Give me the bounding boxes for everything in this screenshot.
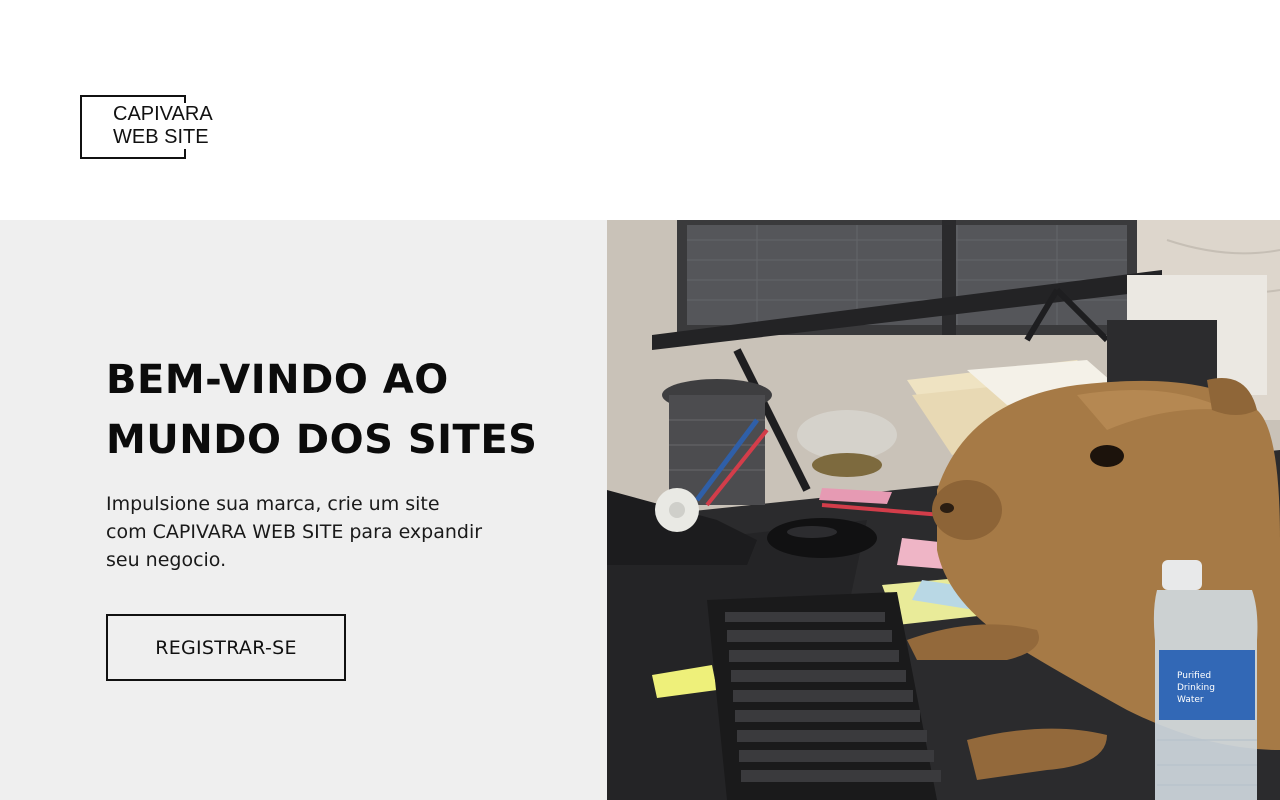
bottle-label-line-3: Water [1177,695,1204,705]
bottle-label-line-2: Drinking [1177,683,1215,693]
hero-image-capybara: Purified Drinking Water [607,220,1280,800]
logo-line-1: CAPIVARA [113,103,213,125]
hero-section: BEM-VINDO AO MUNDO DOS SITES Impulsione … [0,220,607,800]
logo-text: CAPIVARA WEB SITE [113,103,215,149]
logo-line-2: WEB SITE [113,126,209,148]
register-button[interactable]: REGISTRAR-SE [106,614,346,681]
site-logo[interactable]: CAPIVARA WEB SITE [80,95,220,159]
hero-subtitle: Impulsione sua marca, crie um site com C… [106,493,483,571]
site-header: CAPIVARA WEB SITE [0,0,1280,220]
hero-title-line-1: BEM-VINDO AO [106,357,449,403]
bottle-label-line-1: Purified [1177,671,1211,681]
hero-title-line-2: MUNDO DOS SITES [106,417,538,463]
hero-title: BEM-VINDO AO MUNDO DOS SITES [106,350,576,470]
capybara-desk-illustration: Purified Drinking Water [607,220,1280,800]
